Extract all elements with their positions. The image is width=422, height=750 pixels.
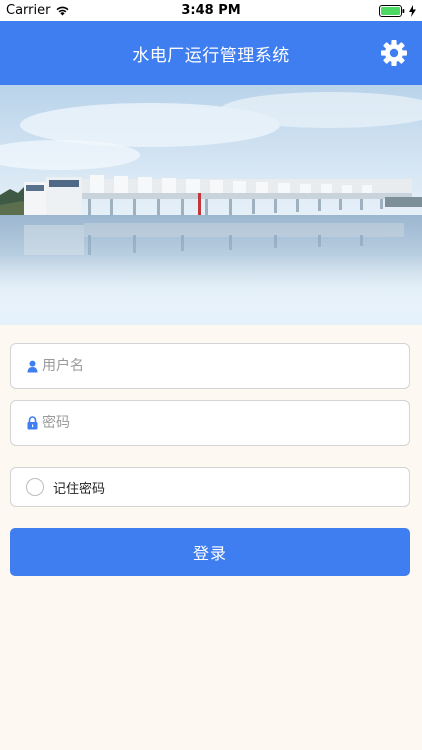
remember-password-checkbox[interactable]	[26, 478, 44, 496]
username-input[interactable]	[42, 346, 409, 386]
lock-icon	[25, 415, 39, 431]
banner-image	[0, 85, 422, 325]
login-button[interactable]: 登录	[10, 528, 410, 576]
login-form: 记住密码 登录	[0, 325, 422, 750]
remember-password-row[interactable]: 记住密码	[10, 467, 410, 507]
password-input[interactable]	[42, 403, 409, 443]
username-field[interactable]	[10, 343, 410, 389]
page-title: 水电厂运行管理系统	[132, 45, 290, 66]
status-bar: Carrier 3:48 PM	[0, 0, 422, 21]
user-icon	[25, 358, 39, 374]
remember-password-label: 记住密码	[53, 481, 106, 497]
password-field[interactable]	[10, 400, 410, 446]
app-header: 水电厂运行管理系统	[0, 21, 422, 85]
clock: 3:48 PM	[181, 3, 241, 18]
settings-button[interactable]	[380, 39, 408, 67]
dam-photo	[0, 85, 422, 325]
gear-icon	[381, 40, 407, 66]
